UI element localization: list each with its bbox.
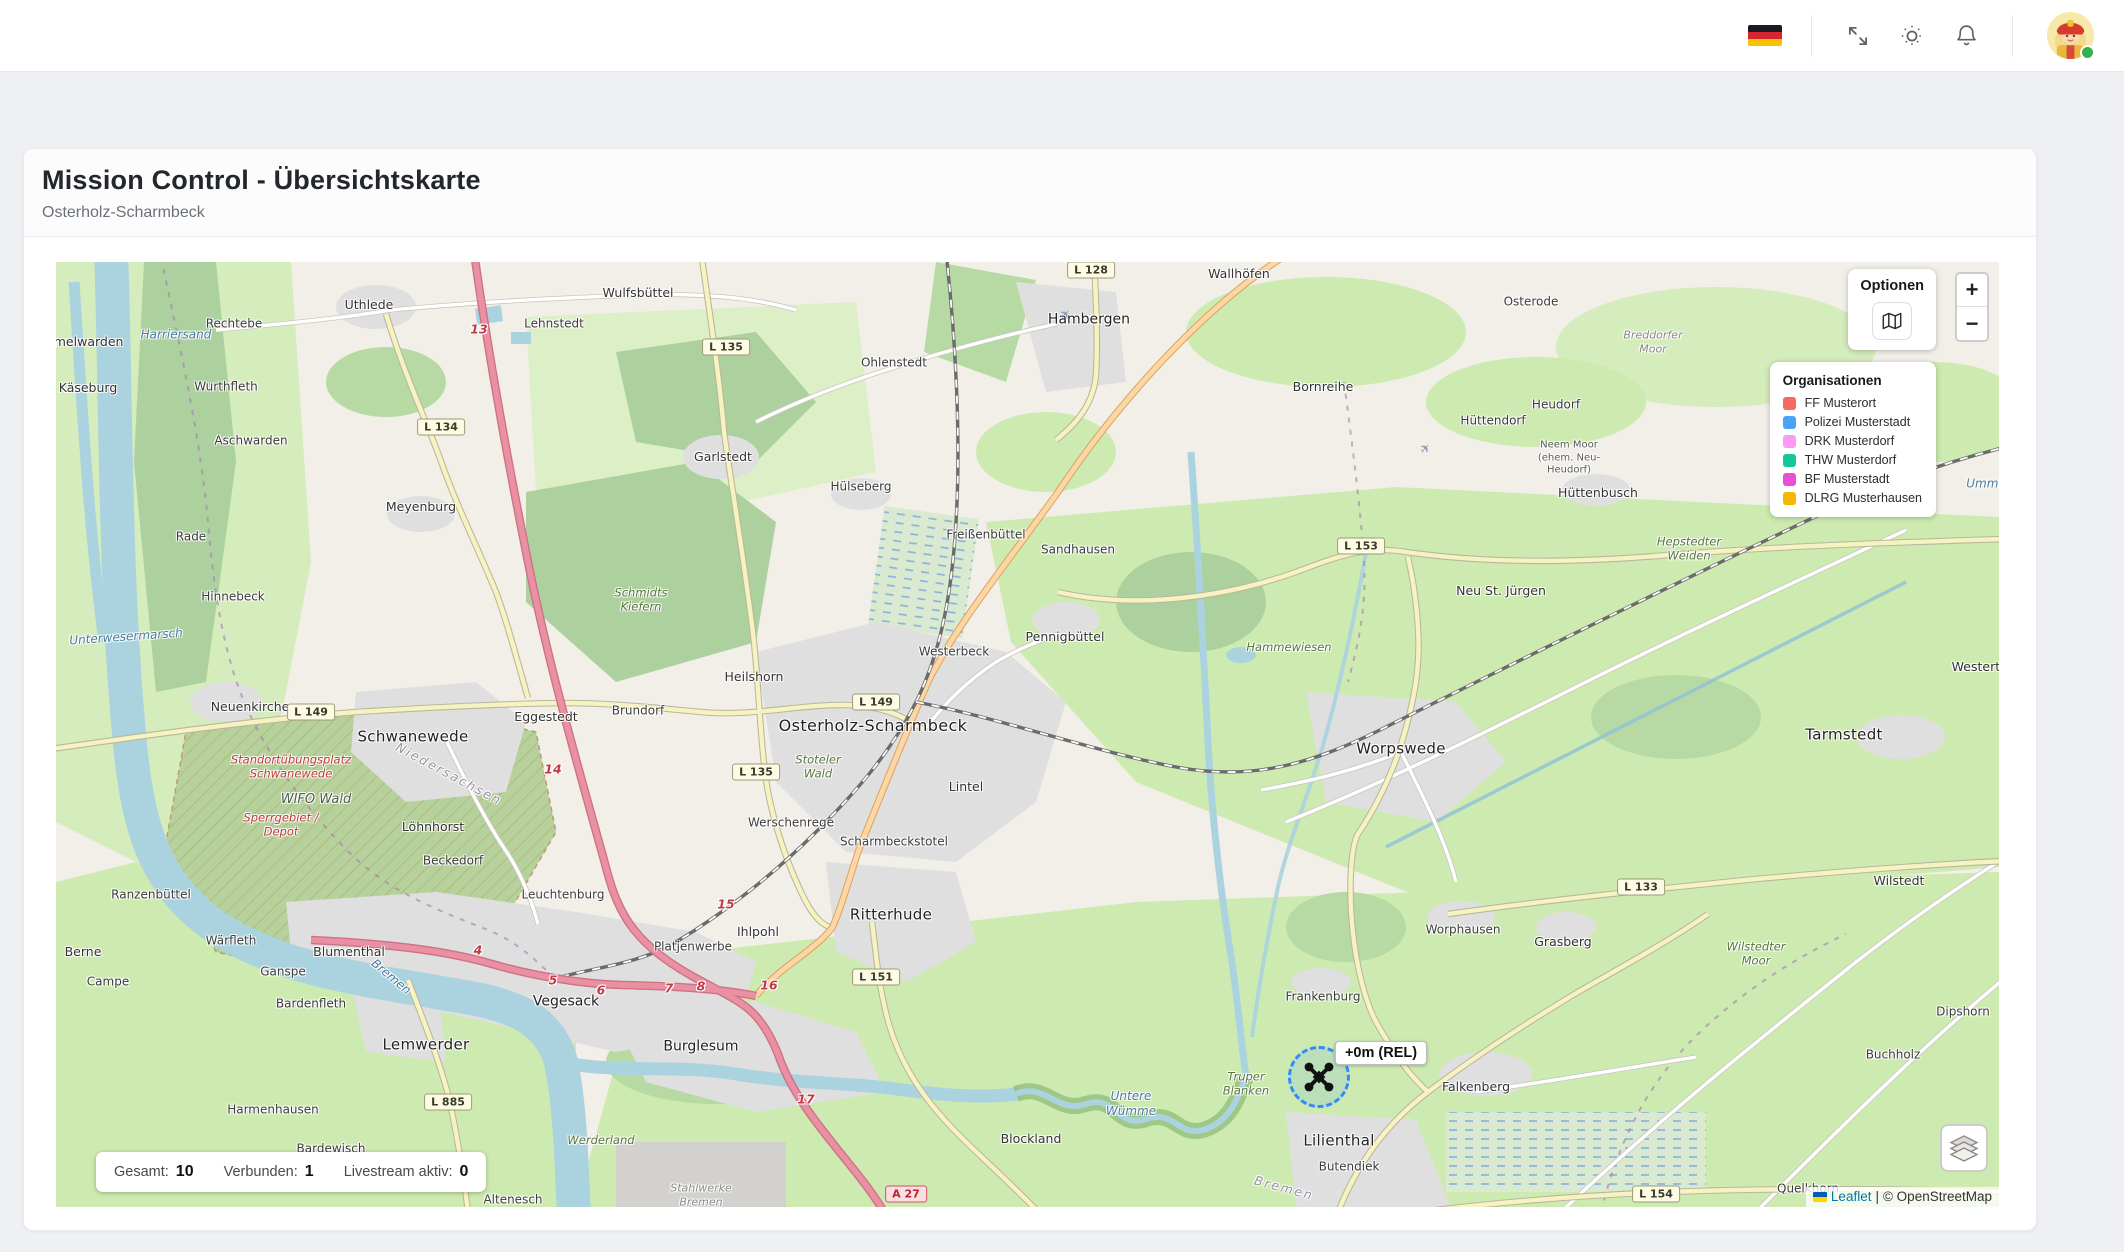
legend-color-swatch (1783, 416, 1796, 429)
options-panel: Optionen (1848, 269, 1936, 350)
legend-item: Polizei Musterstadt (1783, 415, 1922, 429)
osm-attribution: © OpenStreetMap (1883, 1189, 1992, 1204)
map-icon (1881, 310, 1903, 332)
page-title: Mission Control - Übersichtskarte (42, 165, 2018, 196)
navbar-divider (2012, 15, 2013, 57)
zoom-control: + − (1955, 272, 1989, 342)
ukraine-flag-icon (1813, 1192, 1827, 1202)
legend-item: THW Musterdorf (1783, 453, 1922, 467)
page-content: Mission Control - Übersichtskarte Osterh… (0, 72, 2124, 1231)
status-stat: Verbunden:1 (224, 1163, 314, 1181)
drone-altitude-tooltip: +0m (REL) (1335, 1041, 1427, 1065)
map-status-bar: Gesamt:10 Verbunden:1 Livestream aktiv:0 (96, 1152, 486, 1192)
bell-icon (1954, 23, 1979, 48)
navbar-divider (1811, 15, 1812, 57)
legend-item-label: DRK Musterdorf (1805, 434, 1895, 448)
theme-sun-icon (1899, 23, 1925, 49)
legend-title: Organisationen (1783, 373, 1922, 388)
legend-color-swatch (1783, 435, 1796, 448)
legend-items: FF Musterort Polizei Musterstadt DRK Muste… (1783, 396, 1922, 505)
organisations-legend: Organisationen FF Musterort Polizei Muste… (1770, 362, 1936, 517)
notifications-button[interactable] (1944, 14, 1988, 58)
fullscreen-expand-button[interactable] (1836, 14, 1880, 58)
leaflet-link[interactable]: Leaflet (1831, 1189, 1872, 1204)
map-attribution: Leaflet | © OpenStreetMap (1806, 1187, 1999, 1207)
options-panel-title: Optionen (1860, 278, 1924, 294)
attribution-separator: | (1875, 1189, 1879, 1204)
leaflet-map[interactable]: HammelwardenHarriersandKäseburgRechtebeU… (56, 262, 1999, 1207)
theme-toggle-button[interactable] (1890, 14, 1934, 58)
status-stat-value: 0 (459, 1163, 468, 1180)
card-body: HammelwardenHarriersandKäseburgRechtebeU… (24, 237, 2036, 1230)
legend-item: FF Musterort (1783, 396, 1922, 410)
user-avatar[interactable] (2047, 12, 2094, 59)
basemap-tiles (56, 262, 1999, 1207)
card-header: Mission Control - Übersichtskarte Osterh… (24, 149, 2036, 237)
layers-icon (1949, 1133, 1979, 1163)
status-stat: Gesamt:10 (114, 1163, 194, 1181)
page-subtitle: Osterholz-Scharmbeck (42, 204, 2018, 222)
zoom-in-button[interactable]: + (1957, 274, 1987, 307)
zoom-out-button[interactable]: − (1957, 307, 1987, 340)
legend-item-label: BF Musterstadt (1805, 472, 1890, 486)
legend-item-label: DLRG Musterhausen (1805, 491, 1922, 505)
layers-control-button[interactable] (1940, 1124, 1988, 1172)
legend-item: DLRG Musterhausen (1783, 491, 1922, 505)
expand-icon (1845, 23, 1871, 49)
status-stat: Livestream aktiv:0 (344, 1163, 469, 1181)
legend-color-swatch (1783, 454, 1796, 467)
status-items: Gesamt:10 Verbunden:1 Livestream aktiv:0 (114, 1163, 468, 1181)
legend-item: DRK Musterdorf (1783, 434, 1922, 448)
legend-item-label: THW Musterdorf (1805, 453, 1897, 467)
legend-item-label: Polizei Musterstadt (1805, 415, 1911, 429)
online-status-dot (2080, 45, 2095, 60)
status-stat-value: 10 (176, 1163, 194, 1180)
legend-item: BF Musterstadt (1783, 472, 1922, 486)
language-flag-button[interactable] (1743, 14, 1787, 58)
legend-item-label: FF Musterort (1805, 396, 1877, 410)
mission-control-card: Mission Control - Übersichtskarte Osterh… (23, 148, 2037, 1231)
german-flag-icon (1748, 25, 1782, 46)
map-style-button[interactable] (1872, 302, 1912, 340)
legend-color-swatch (1783, 397, 1796, 410)
status-stat-value: 1 (305, 1163, 314, 1180)
legend-color-swatch (1783, 492, 1796, 505)
legend-color-swatch (1783, 473, 1796, 486)
top-navbar (0, 0, 2124, 72)
drone-icon (1302, 1060, 1336, 1094)
